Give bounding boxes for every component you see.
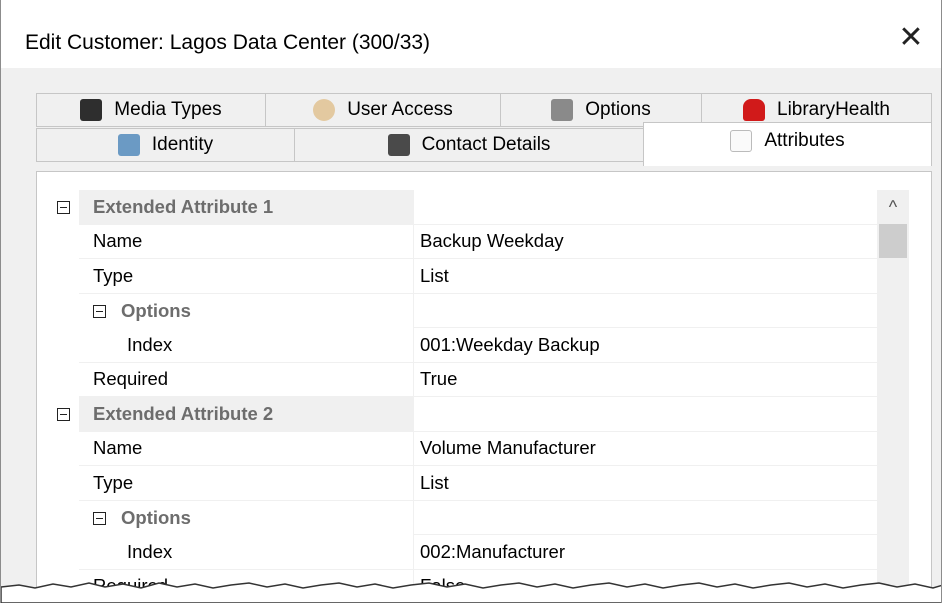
- property-name: Required: [79, 363, 413, 397]
- subcategory-value: [413, 293, 877, 328]
- collapse-icon[interactable]: [57, 408, 70, 421]
- close-icon: ✕: [898, 20, 924, 54]
- property-name: Index: [79, 535, 413, 570]
- property-value[interactable]: List: [413, 259, 877, 294]
- property-value[interactable]: List: [413, 466, 877, 501]
- property-name: Type: [79, 259, 413, 294]
- tab-label: Attributes: [764, 130, 845, 151]
- tab-media-types[interactable]: Media Types: [36, 93, 266, 127]
- table-row[interactable]: Index 001:Weekday Backup: [51, 328, 877, 363]
- contact-details-icon: [387, 134, 410, 156]
- tab-label: Identity: [151, 134, 214, 155]
- tab-label: Options: [585, 99, 651, 120]
- property-value[interactable]: True: [413, 362, 877, 397]
- property-grid: Extended Attribute 1 Name Backup Weekday…: [51, 190, 877, 603]
- library-health-icon: [743, 99, 765, 121]
- collapse-icon[interactable]: [93, 304, 106, 318]
- subcategory-row[interactable]: Options: [51, 293, 877, 328]
- category-value: [413, 397, 877, 432]
- subcategory-value: [413, 500, 877, 535]
- table-row[interactable]: Type List: [51, 259, 877, 294]
- user-access-icon: [313, 99, 336, 121]
- property-name: Type: [79, 466, 413, 501]
- subcategory-label: Options: [121, 299, 191, 321]
- table-row[interactable]: Name Volume Manufacturer: [51, 431, 877, 466]
- table-row[interactable]: Index 002:Manufacturer: [51, 535, 877, 570]
- property-value[interactable]: 002:Manufacturer: [413, 535, 877, 570]
- chevron-up-icon: ^: [888, 196, 898, 217]
- close-button[interactable]: ✕: [881, 12, 941, 62]
- tab-attributes[interactable]: Attributes: [643, 122, 932, 166]
- tab-label: LibraryHealth: [777, 99, 890, 120]
- category-label: Extended Attribute 1: [79, 190, 413, 225]
- title-bar: Edit Customer: Lagos Data Center (300/33…: [1, 0, 941, 68]
- scroll-thumb[interactable]: [879, 224, 907, 258]
- property-value[interactable]: 001:Weekday Backup: [413, 328, 877, 363]
- vertical-scrollbar[interactable]: ^: [877, 190, 909, 603]
- category-row[interactable]: Extended Attribute 1: [51, 190, 877, 225]
- table-row[interactable]: Name Backup Weekday: [51, 224, 877, 259]
- tab-identity[interactable]: Identity: [36, 128, 295, 162]
- scroll-up-button[interactable]: ^: [877, 190, 909, 224]
- subcategory-label: Options: [121, 506, 191, 528]
- subcategory-row[interactable]: Options: [51, 500, 877, 535]
- media-types-icon: [80, 99, 103, 121]
- property-name: Name: [79, 432, 413, 466]
- attributes-icon: [730, 130, 753, 152]
- tab-contact-details[interactable]: Contact Details: [294, 128, 644, 162]
- category-value: [413, 190, 877, 225]
- property-name: Name: [79, 225, 413, 259]
- tab-label: Contact Details: [421, 134, 551, 155]
- tab-user-access[interactable]: User Access: [265, 93, 501, 127]
- category-row[interactable]: Extended Attribute 2: [51, 397, 877, 432]
- collapse-icon[interactable]: [57, 201, 70, 214]
- table-row[interactable]: Type List: [51, 466, 877, 501]
- tab-label: Media Types: [114, 99, 222, 120]
- collapse-icon[interactable]: [93, 511, 106, 525]
- property-value[interactable]: Backup Weekday: [413, 224, 877, 259]
- table-row[interactable]: Required True: [51, 362, 877, 397]
- property-name: Index: [79, 328, 413, 363]
- identity-icon: [117, 134, 140, 156]
- torn-edge: [1, 582, 941, 603]
- options-icon: [551, 99, 574, 121]
- tab-label: User Access: [347, 99, 453, 120]
- property-value[interactable]: Volume Manufacturer: [413, 431, 877, 466]
- edit-customer-window: Edit Customer: Lagos Data Center (300/33…: [0, 0, 942, 603]
- category-label: Extended Attribute 2: [79, 397, 413, 432]
- window-title: Edit Customer: Lagos Data Center (300/33…: [25, 31, 431, 54]
